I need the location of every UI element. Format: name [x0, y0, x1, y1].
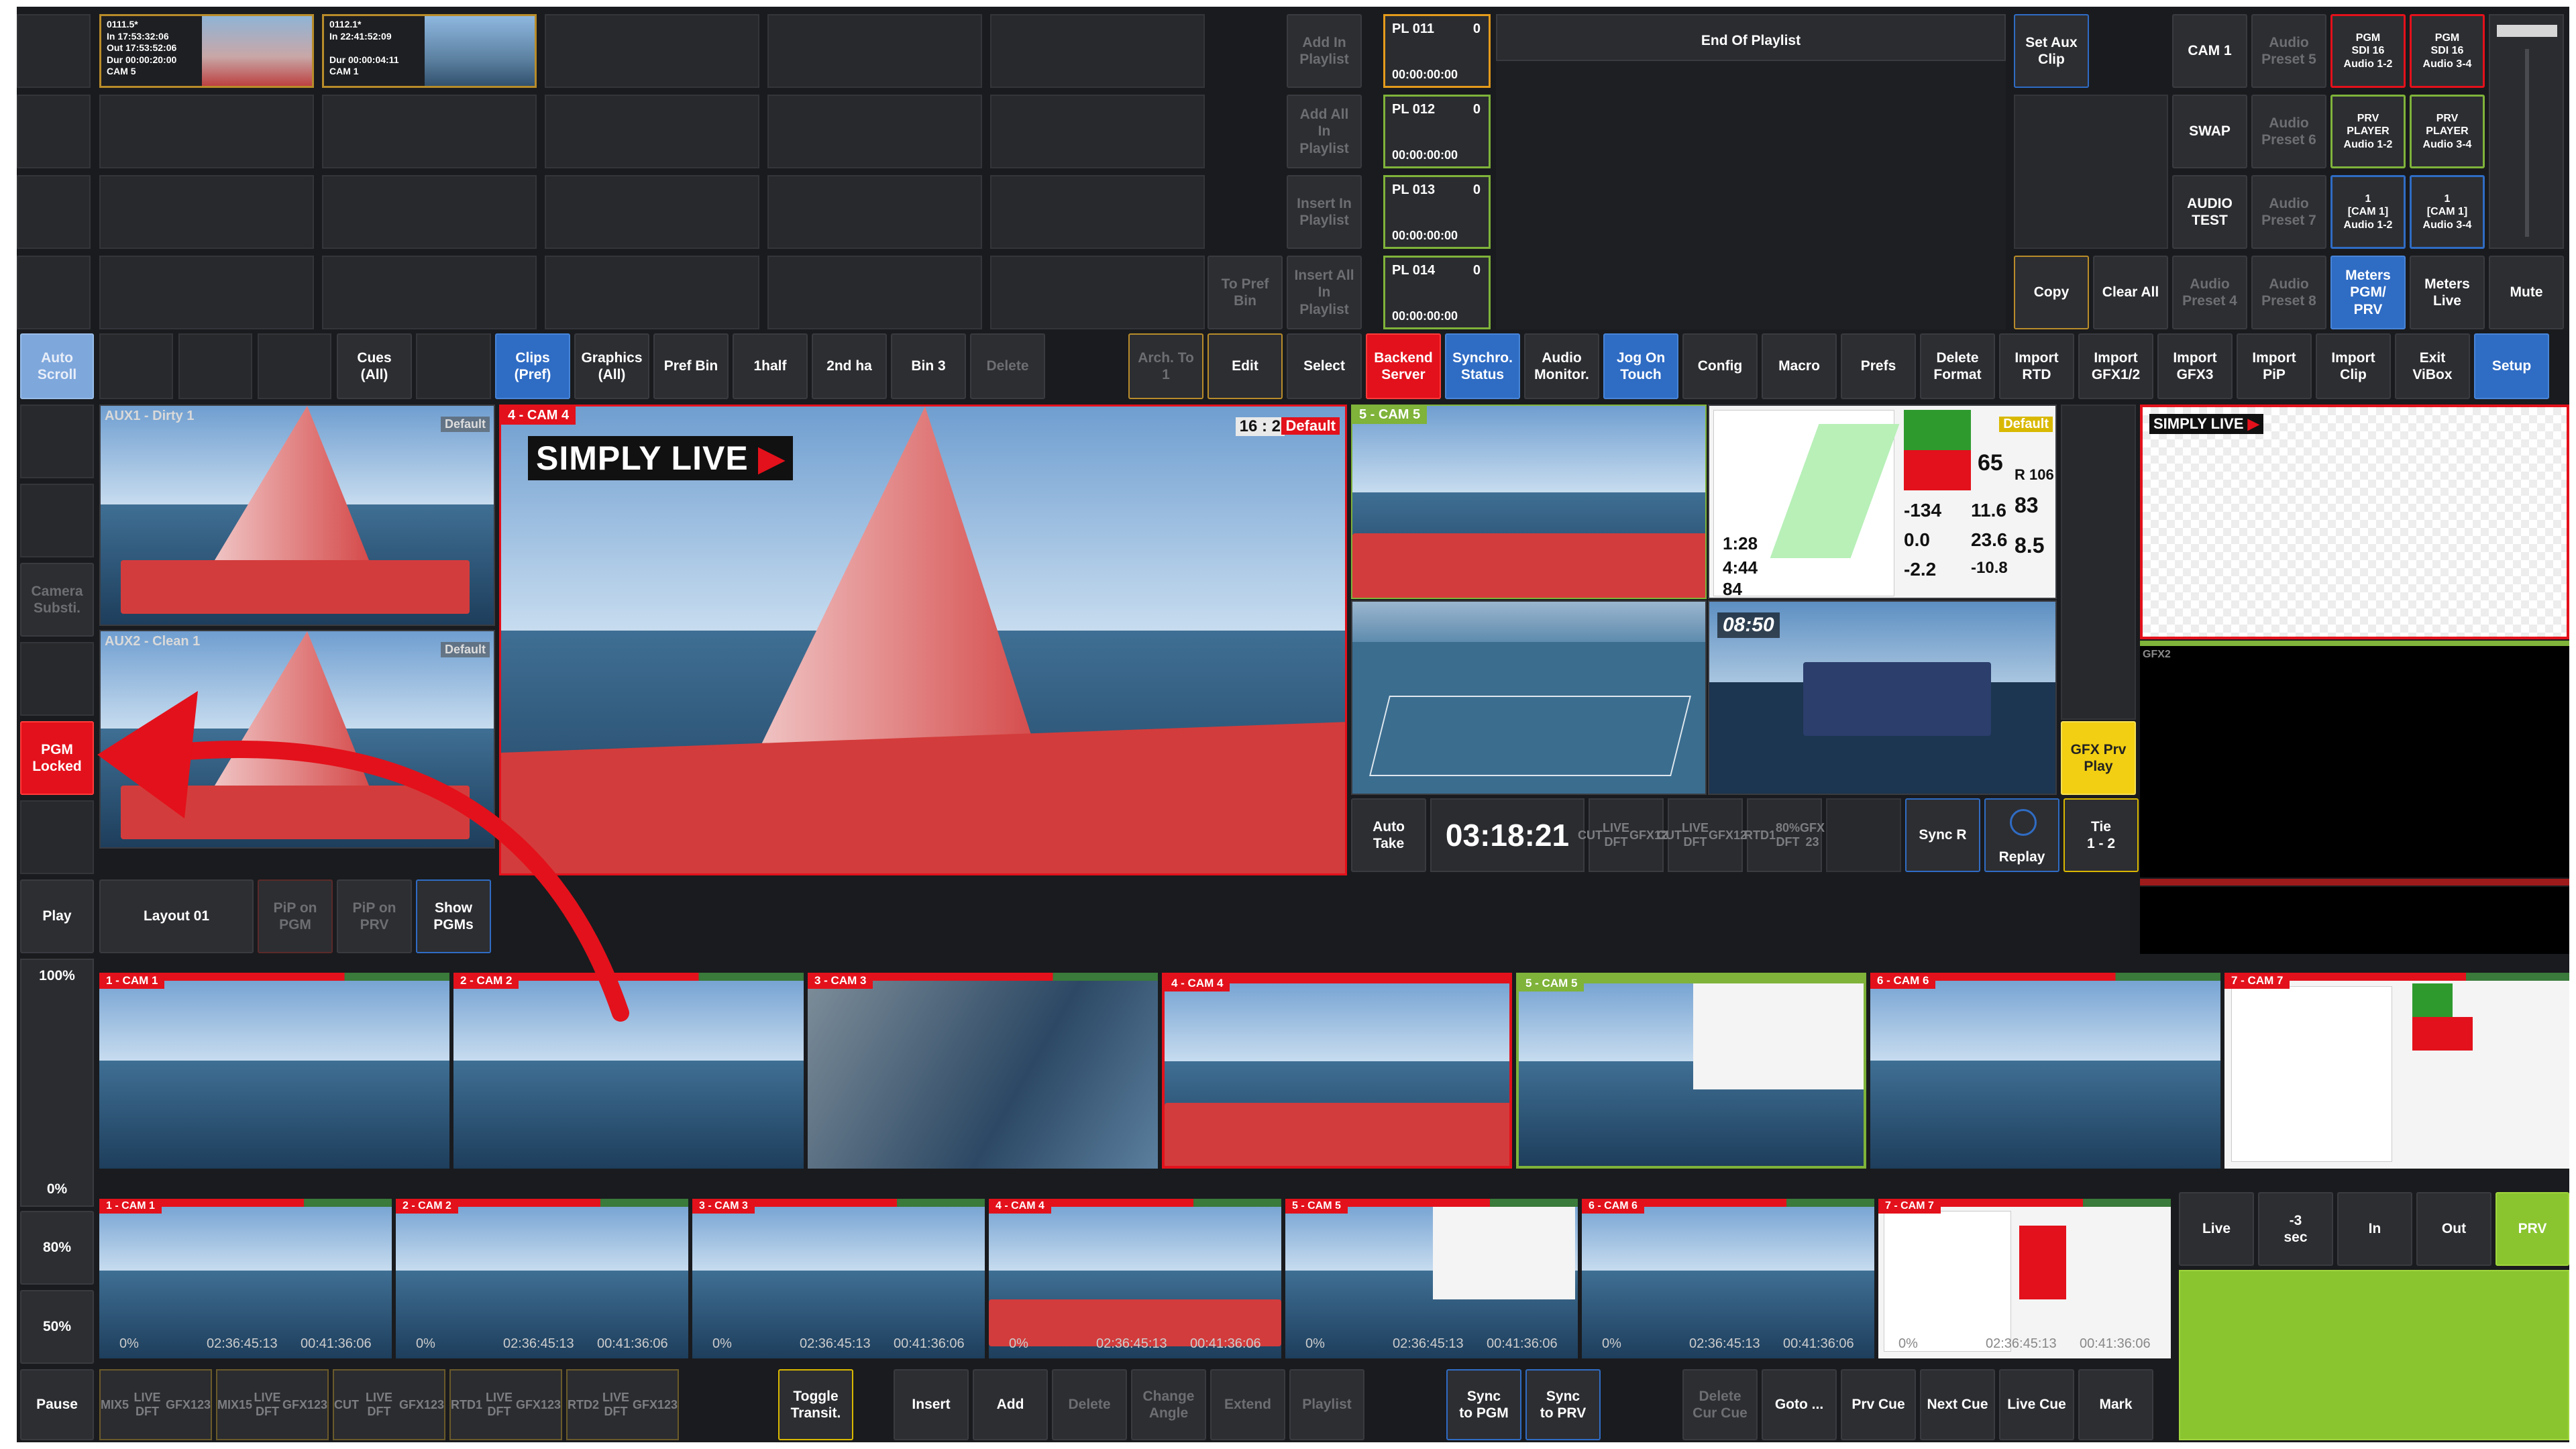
camera-label: 3 - CAM 3 — [692, 1199, 755, 1214]
clip-label: 0112.1* In 22:41:52:09 Dur 00:00:04:11 C… — [329, 19, 399, 76]
camera-label: 3 - CAM 3 — [808, 973, 873, 989]
camera-label: 7 - CAM 7 — [1878, 1199, 1941, 1214]
clip-label: 0111.5* In 17:53:32:06 Out 17:53:52:06 D… — [107, 19, 177, 76]
vibox-replay-ui: 0111.5* In 17:53:32:06 Out 17:53:52:06 D… — [17, 7, 2569, 1442]
cam5-label: 5 - CAM 5 — [1352, 406, 1428, 424]
camera-label: 5 - CAM 5 — [1519, 975, 1585, 991]
annotation-arrow-icon — [97, 691, 629, 1022]
camera-label: 2 - CAM 2 — [453, 973, 519, 989]
camera-label: 6 - CAM 6 — [1870, 973, 1936, 989]
camera-label: 6 - CAM 6 — [1582, 1199, 1644, 1214]
camera-label: 4 - CAM 4 — [1165, 975, 1230, 991]
camera-label: 5 - CAM 5 — [1285, 1199, 1348, 1214]
pgm-cam-label: 4 - CAM 4 — [501, 407, 576, 425]
camera-label: 2 - CAM 2 — [396, 1199, 458, 1214]
camera-label: 4 - CAM 4 — [989, 1199, 1051, 1214]
camera-label: 7 - CAM 7 — [2224, 973, 2290, 989]
camera-label: 1 - CAM 1 — [99, 973, 165, 989]
camera-label: 1 - CAM 1 — [99, 1199, 162, 1214]
